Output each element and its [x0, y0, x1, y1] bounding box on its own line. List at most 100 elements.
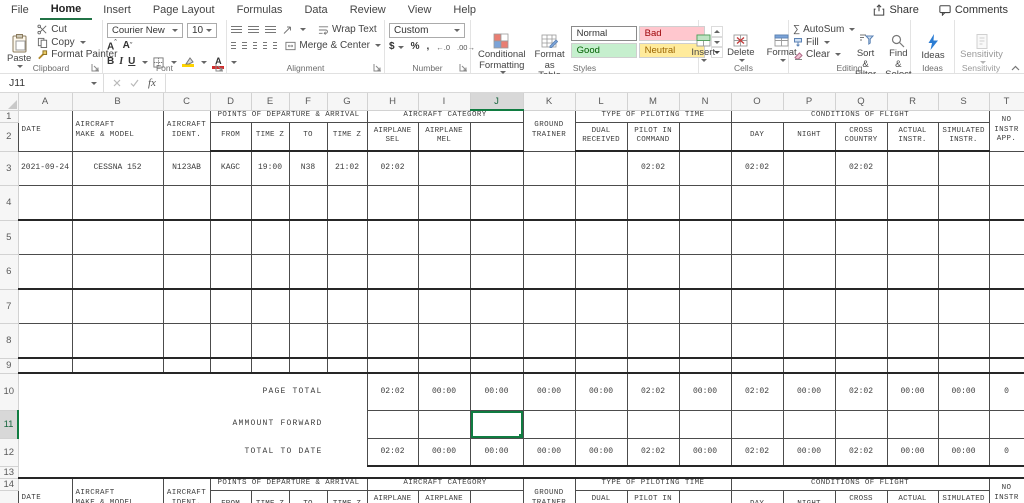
cell[interactable] — [989, 323, 1024, 358]
cell[interactable] — [679, 185, 731, 220]
header-night[interactable]: NIGHT — [783, 490, 835, 503]
cell[interactable] — [210, 323, 251, 358]
cell[interactable] — [289, 289, 327, 323]
tab-home[interactable]: Home — [40, 0, 93, 20]
alignment-dialog-launcher[interactable] — [373, 63, 382, 72]
cell[interactable] — [289, 185, 327, 220]
cell[interactable] — [210, 220, 251, 254]
header-cross-country[interactable]: CROSS COUNTRY — [835, 490, 887, 503]
cell[interactable] — [418, 220, 470, 254]
cell[interactable] — [163, 323, 210, 358]
col-header[interactable]: B — [72, 93, 163, 110]
header-dual-received[interactable]: DUAL RECEIVED — [575, 490, 627, 503]
cell[interactable] — [731, 410, 783, 438]
cell[interactable] — [210, 358, 251, 373]
clipboard-dialog-launcher[interactable] — [91, 63, 100, 72]
cell[interactable] — [523, 289, 575, 323]
entry-time-z-1[interactable]: 19:00 — [251, 151, 289, 185]
cell[interactable] — [731, 254, 783, 289]
header-airplane-sel[interactable]: AIRPLANE SEL — [367, 490, 418, 503]
cell[interactable] — [251, 185, 289, 220]
page-total-value[interactable]: 02:02 — [627, 373, 679, 410]
cell[interactable] — [887, 358, 938, 373]
cell[interactable] — [327, 185, 367, 220]
cell[interactable] — [575, 358, 627, 373]
header-piloting-time[interactable]: TYPE OF PILOTING TIME — [575, 478, 731, 490]
total-to-date-value[interactable]: 00:00 — [679, 438, 731, 466]
cell[interactable] — [938, 289, 989, 323]
cell[interactable] — [523, 358, 575, 373]
cell[interactable] — [210, 254, 251, 289]
page-total-value[interactable]: 00:00 — [418, 373, 470, 410]
accounting-format-button[interactable]: $ — [389, 42, 395, 52]
merge-center-button[interactable]: Merge & Center — [285, 39, 381, 52]
col-header[interactable]: E — [251, 93, 289, 110]
cell[interactable] — [783, 410, 835, 438]
tab-file[interactable]: File — [0, 0, 40, 20]
cell[interactable] — [72, 254, 163, 289]
cell[interactable] — [887, 323, 938, 358]
cell[interactable] — [523, 220, 575, 254]
cell[interactable] — [783, 220, 835, 254]
cell[interactable] — [783, 358, 835, 373]
tab-insert[interactable]: Insert — [92, 0, 142, 20]
col-header[interactable]: R — [887, 93, 938, 110]
entry-day[interactable]: 02:02 — [731, 151, 783, 185]
ideas-button[interactable]: Ideas — [915, 23, 951, 62]
cell[interactable] — [627, 410, 679, 438]
cell[interactable] — [367, 289, 418, 323]
entry-make[interactable]: CESSNA 152 — [72, 151, 163, 185]
col-header[interactable]: N — [679, 93, 731, 110]
cell[interactable] — [679, 358, 731, 373]
cell[interactable] — [470, 151, 523, 185]
row-header[interactable]: 14 — [0, 478, 18, 490]
cell[interactable] — [418, 185, 470, 220]
cell[interactable] — [470, 122, 523, 151]
cell[interactable] — [470, 490, 523, 503]
cell[interactable] — [470, 254, 523, 289]
cell[interactable] — [18, 289, 72, 323]
formula-input[interactable] — [166, 74, 1024, 92]
cell[interactable] — [18, 220, 72, 254]
cell[interactable] — [679, 220, 731, 254]
align-bottom-icon[interactable] — [265, 26, 276, 34]
cell[interactable] — [627, 220, 679, 254]
header-no-instr[interactable]: NO INSTR APP. — [989, 110, 1024, 151]
cell[interactable] — [289, 323, 327, 358]
row-header[interactable]: 7 — [0, 289, 18, 323]
cell[interactable] — [679, 254, 731, 289]
cell[interactable] — [989, 185, 1024, 220]
cell[interactable] — [679, 122, 731, 151]
cancel-icon[interactable] — [113, 79, 121, 87]
row-header-selected[interactable]: 11 — [0, 410, 18, 438]
cell[interactable] — [163, 220, 210, 254]
row-header[interactable]: 2 — [0, 122, 18, 151]
cell[interactable] — [289, 358, 327, 373]
align-right-icon[interactable] — [253, 42, 258, 50]
total-to-date-value[interactable]: 00:00 — [523, 438, 575, 466]
cell[interactable] — [887, 410, 938, 438]
select-all-corner[interactable] — [0, 93, 18, 110]
cell[interactable] — [575, 410, 627, 438]
col-header[interactable]: P — [783, 93, 835, 110]
number-format-select[interactable]: Custom — [389, 23, 465, 38]
cell[interactable] — [470, 289, 523, 323]
name-box[interactable]: J11 — [0, 74, 104, 92]
col-header[interactable]: G — [327, 93, 367, 110]
style-normal[interactable]: Normal — [571, 26, 637, 41]
page-total-value[interactable]: 00:00 — [887, 373, 938, 410]
col-header[interactable]: I — [418, 93, 470, 110]
cell[interactable] — [887, 151, 938, 185]
align-top-icon[interactable] — [231, 26, 242, 34]
header-simulated-instr[interactable]: SIMULATED INSTR. — [938, 122, 989, 151]
row-header[interactable]: 6 — [0, 254, 18, 289]
header-make-model[interactable]: AIRCRAFT MAKE & MODEL — [72, 110, 163, 151]
cell[interactable] — [989, 220, 1024, 254]
wrap-text-button[interactable]: Wrap Text — [318, 23, 377, 36]
cell[interactable] — [575, 254, 627, 289]
header-ident[interactable]: AIRCRAFT IDENT. — [163, 478, 210, 503]
header-actual-instr[interactable]: ACTUAL INSTR. — [887, 122, 938, 151]
header-departure-arrival[interactable]: POINTS OF DEPARTURE & ARRIVAL — [210, 478, 367, 490]
cell[interactable] — [289, 254, 327, 289]
cell[interactable] — [835, 254, 887, 289]
